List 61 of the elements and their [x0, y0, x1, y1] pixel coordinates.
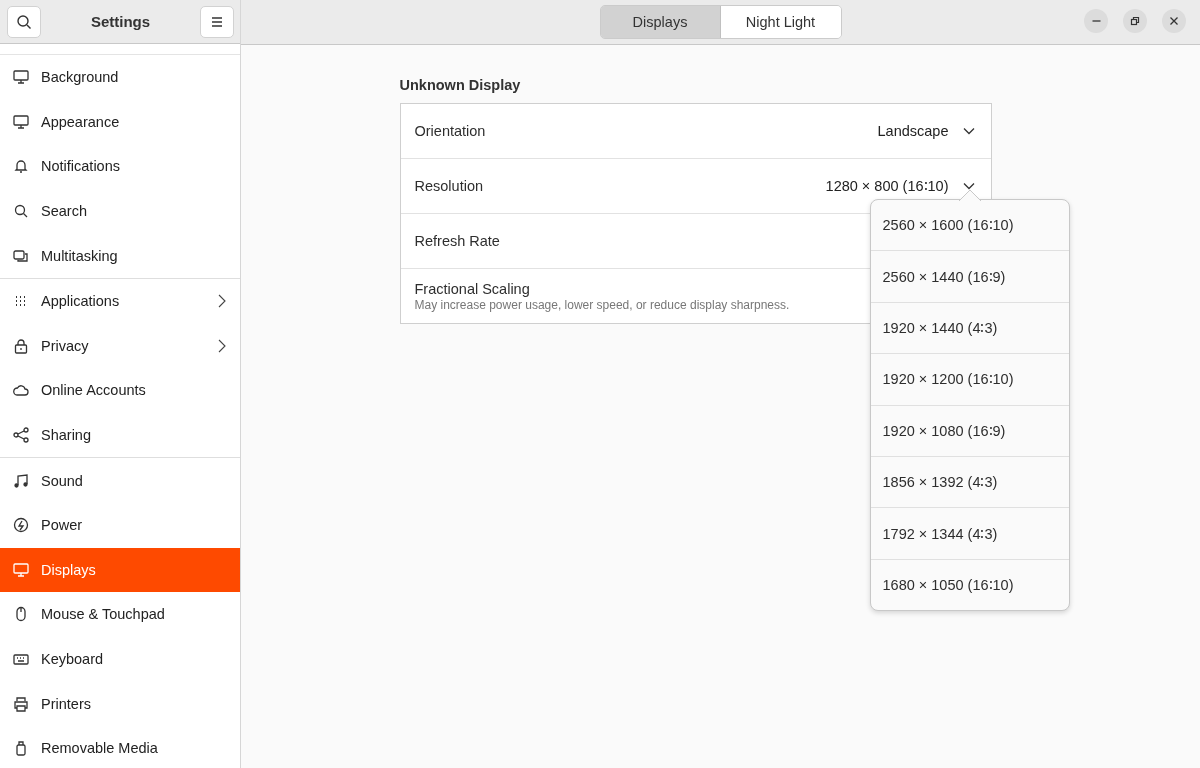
resolution-option[interactable]: 1680 × 1050 (16∶10)	[870, 558, 1069, 611]
cloud-icon	[13, 382, 29, 399]
mouse-icon	[13, 606, 29, 623]
resolution-option[interactable]: 2560 × 1440 (16∶9)	[870, 250, 1069, 302]
windows-icon	[13, 247, 29, 264]
search-icon	[13, 203, 29, 220]
power-icon	[13, 517, 29, 534]
bell-icon	[13, 158, 29, 175]
search-icon	[16, 13, 32, 30]
dropdown[interactable]: 1280 × 800 (16∶10)	[825, 178, 977, 194]
resolution-option[interactable]: 2560 × 1600 (16∶10)	[870, 200, 1069, 251]
minimize-button[interactable]	[1084, 9, 1108, 33]
share-icon	[13, 427, 29, 444]
sidebar-item[interactable]: Notifications	[0, 144, 240, 189]
menu-icon	[210, 15, 224, 28]
resolution-option[interactable]: 1792 × 1344 (4∶3)	[870, 507, 1069, 559]
close-button[interactable]	[1162, 9, 1186, 33]
sidebar-item[interactable]: Applications	[0, 278, 240, 324]
sidebar-item[interactable]: Mouse & Touchpad	[0, 592, 240, 637]
sidebar-item[interactable]: Online Accounts	[0, 368, 240, 413]
close-icon	[1169, 16, 1179, 26]
row-subtitle: May increase power usage, lower speed, or reduce display sharpness.	[414, 297, 790, 312]
restore-icon	[1130, 16, 1140, 26]
chevron-right-icon	[218, 338, 226, 353]
sidebar-item[interactable]: Keyboard	[0, 636, 240, 682]
lock-icon	[13, 337, 29, 354]
sidebar-item[interactable]: Sharing	[0, 412, 240, 458]
sidebar-item[interactable]: Privacy	[0, 323, 240, 369]
row-label: Orientation	[414, 123, 486, 139]
monitor-icon	[13, 69, 29, 86]
search-button[interactable]	[7, 5, 41, 38]
sidebar-item[interactable]: Power	[0, 502, 240, 548]
music-note-icon	[13, 472, 29, 489]
restore-button[interactable]	[1123, 9, 1147, 33]
sidebar-item[interactable]: Printers	[0, 681, 240, 726]
tab[interactable]: Displays	[600, 6, 721, 38]
sidebar-item[interactable]: Sound	[0, 458, 240, 503]
sidebar-item[interactable]: Appearance	[0, 99, 240, 145]
row-label: Fractional Scaling	[414, 280, 531, 297]
sidebar-item[interactable]: Removable Media	[0, 725, 240, 768]
minimize-icon	[1091, 20, 1101, 22]
printer-icon	[13, 695, 29, 712]
tab[interactable]: Night Light	[720, 6, 841, 38]
dropdown[interactable]: Landscape	[877, 123, 977, 139]
row-label: Resolution	[414, 178, 483, 194]
keyboard-icon	[13, 651, 29, 667]
monitor-icon	[13, 561, 29, 578]
chevron-right-icon	[218, 294, 226, 309]
resolution-option[interactable]: 1920 × 1080 (16∶9)	[870, 404, 1069, 456]
app-title: Settings	[90, 13, 151, 30]
section-title: Unknown Display	[399, 77, 522, 93]
resolution-option[interactable]: 1856 × 1392 (4∶3)	[870, 455, 1069, 508]
usb-drive-icon	[13, 740, 29, 757]
row-label: Refresh Rate	[414, 233, 500, 249]
sidebar-item[interactable]: Search	[0, 188, 240, 234]
sidebar-item[interactable]: Multitasking	[0, 233, 240, 278]
resolution-option[interactable]: 1920 × 1440 (4∶3)	[870, 301, 1069, 354]
menu-button[interactable]	[200, 5, 234, 38]
sidebar-item[interactable]: Background	[0, 55, 240, 100]
resolution-option[interactable]: 1920 × 1200 (16∶10)	[870, 353, 1069, 405]
monitor-icon	[13, 113, 29, 130]
